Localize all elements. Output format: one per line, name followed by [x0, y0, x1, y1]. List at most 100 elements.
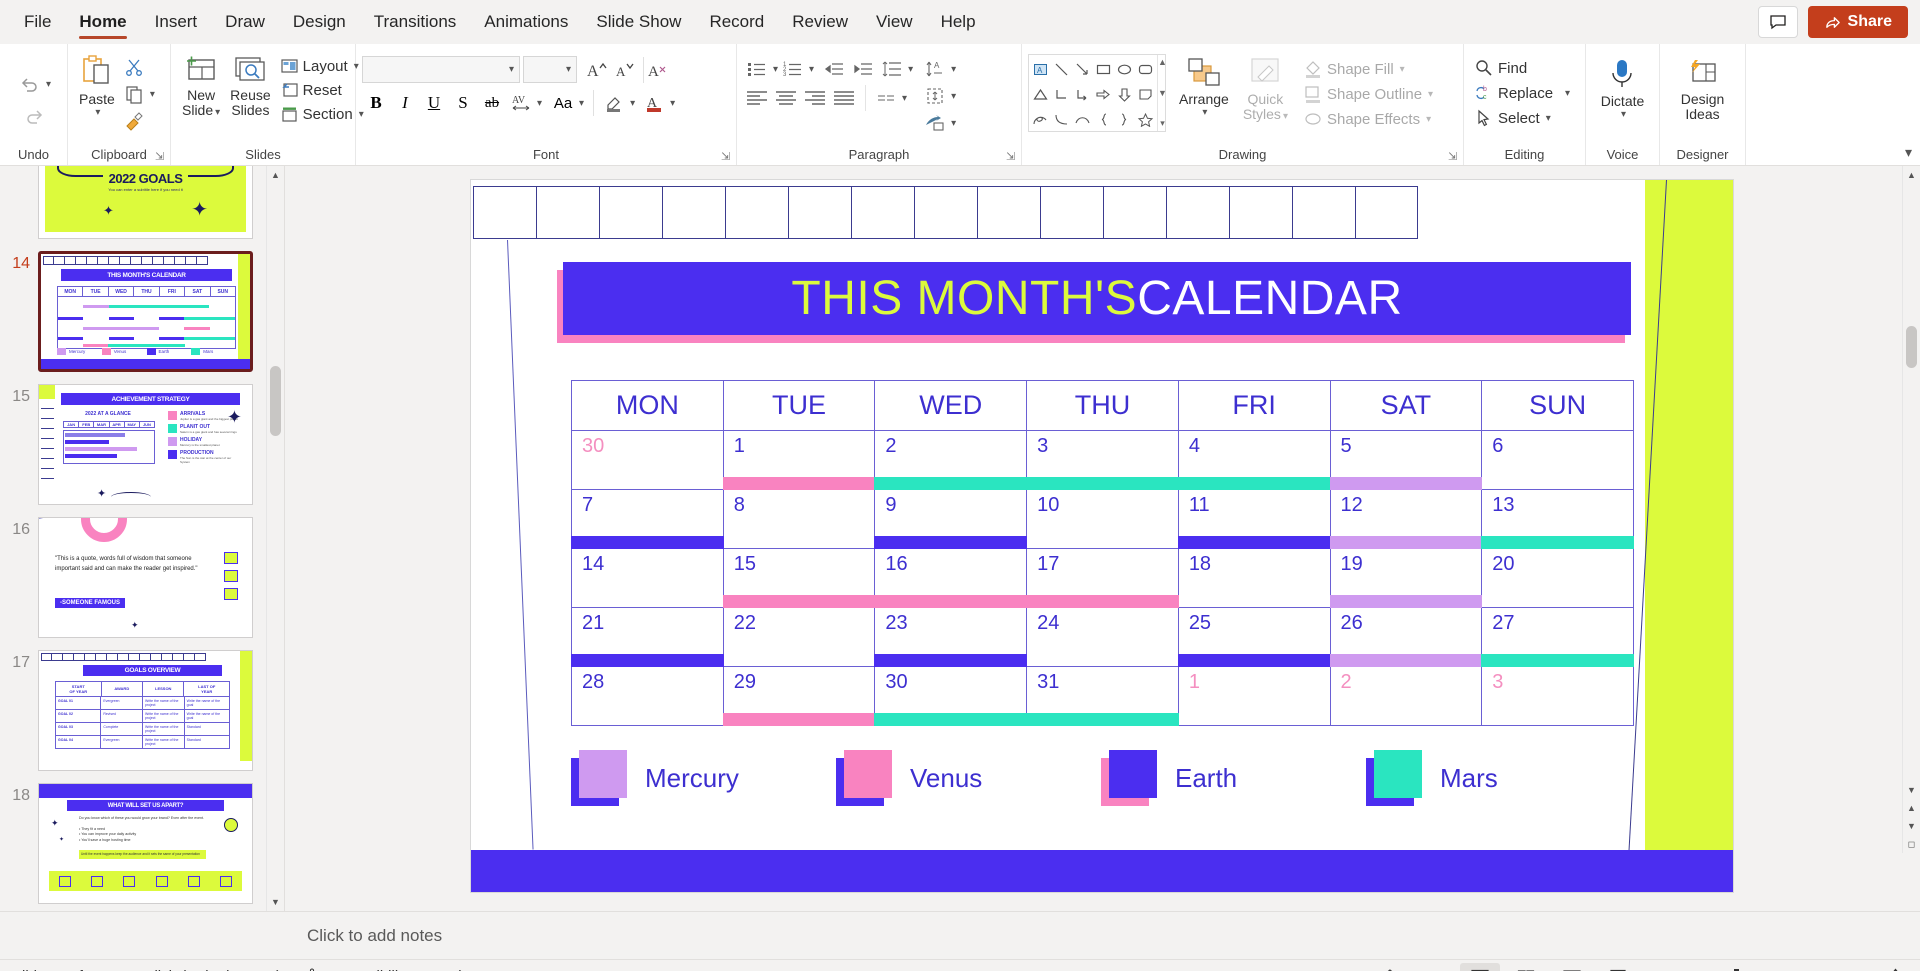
calendar-day-cell[interactable]: 9 [875, 490, 1027, 549]
menu-tab-file[interactable]: File [10, 0, 65, 44]
thumbnail-frame-16[interactable]: "This is a quote, words full of wisdom t… [38, 517, 253, 638]
text-highlight-button[interactable]: ▾ [593, 90, 635, 116]
calendar-event-bar[interactable] [1481, 654, 1634, 667]
calendar-day-cell[interactable]: 7 [572, 490, 724, 549]
shape-triangle[interactable] [1030, 82, 1051, 107]
calendar-day-cell[interactable]: 19 [1330, 549, 1482, 608]
character-spacing-button[interactable]: AV ▾ [507, 90, 542, 116]
align-center-button[interactable] [772, 85, 800, 111]
calendar-event-bar[interactable] [874, 477, 1027, 490]
paragraph-dialog-launcher[interactable]: ⇲ [1006, 151, 1019, 164]
shapes-more-icon[interactable]: ▾ [1160, 118, 1165, 129]
calendar-day-cell[interactable]: 2 [875, 431, 1027, 490]
justify-button[interactable] [830, 85, 858, 111]
fit-slide-scroll-button[interactable]: ◻ [1908, 835, 1915, 853]
calendar-day-cell[interactable]: 22 [723, 608, 875, 667]
thumbnail-frame-13[interactable]: 2022 GOALS You can enter a subtitle here… [38, 166, 253, 239]
strikethrough-button[interactable]: ab [478, 90, 506, 116]
calendar-day-cell[interactable]: 11 [1178, 490, 1330, 549]
redo-button[interactable] [20, 104, 48, 130]
view-reading-button[interactable] [1552, 963, 1592, 971]
shape-star[interactable] [1135, 107, 1156, 132]
calendar-day-cell[interactable]: 29 [723, 667, 875, 726]
shape-outline-button[interactable]: Shape Outline▾ [1299, 82, 1437, 106]
shape-scribble[interactable] [1030, 107, 1051, 132]
shape-fill-button[interactable]: Shape Fill▾ [1299, 57, 1437, 81]
change-case-button[interactable]: Aa▾ [549, 90, 584, 116]
calendar-day-cell[interactable]: 10 [1027, 490, 1179, 549]
calendar-day-cell[interactable]: 13 [1482, 490, 1634, 549]
calendar-table-wrapper[interactable]: MON TUE WED THU FRI SAT SUN 301234567891… [571, 380, 1634, 726]
shape-textbox[interactable]: A [1030, 57, 1051, 82]
calendar-event-bar[interactable] [1178, 477, 1331, 490]
numbering-button[interactable]: 123▾ [779, 56, 814, 82]
shape-elbow-connector[interactable] [1051, 82, 1072, 107]
thumbnail-frame-18[interactable]: WHAT WILL SET US APART? Do you know whic… [38, 783, 253, 904]
drawing-dialog-launcher[interactable]: ⇲ [1448, 151, 1461, 164]
slide-title-block[interactable]: THIS MONTH'S CALENDAR [563, 262, 1631, 335]
shape-right-arrow[interactable] [1093, 82, 1114, 107]
shapes-scroll-down-icon[interactable]: ▼ [1158, 88, 1167, 98]
zoom-in-button[interactable]: + [1802, 967, 1814, 971]
thumbnail-14[interactable]: 14 THIS MONTH'S CALENDAR MON TUE WED THU [6, 251, 266, 372]
calendar-day-cell[interactable]: 14 [572, 549, 724, 608]
underline-button[interactable]: U [420, 90, 448, 116]
text-shadow-button[interactable]: S [449, 90, 477, 116]
next-slide-button[interactable]: ▼ [1907, 817, 1916, 835]
calendar-event-bar[interactable] [1026, 477, 1179, 490]
menu-tab-help[interactable]: Help [927, 0, 990, 44]
menu-tab-review[interactable]: Review [778, 0, 862, 44]
shape-left-brace[interactable] [1093, 107, 1114, 132]
calendar-day-cell[interactable]: 31 [1027, 667, 1179, 726]
canvas-scroll-up-icon[interactable]: ▲ [1903, 166, 1920, 184]
slide-canvas[interactable]: THIS MONTH'S CALENDAR MON TUE WED THU FR… [471, 180, 1733, 892]
bullets-button[interactable]: ▾ [743, 56, 778, 82]
decrease-font-size-button[interactable]: A [611, 57, 639, 83]
increase-font-size-button[interactable]: A [583, 57, 611, 83]
thumbnail-15[interactable]: 15 ACHIEVEMENT STRATEGY 2022 AT A GLANCE… [6, 384, 266, 505]
calendar-event-bar[interactable] [571, 536, 724, 549]
share-button[interactable]: Share [1808, 6, 1908, 38]
dictate-button[interactable]: Dictate ▾ [1596, 56, 1650, 122]
previous-slide-button[interactable]: ▲ [1907, 799, 1916, 817]
calendar-day-cell[interactable]: 28 [572, 667, 724, 726]
calendar-event-bar[interactable] [1026, 713, 1179, 726]
paste-dropdown-icon[interactable]: ▾ [95, 107, 100, 118]
calendar-day-cell[interactable]: 8 [723, 490, 875, 549]
thumbnail-scroll-thumb[interactable] [270, 366, 281, 436]
calendar-event-bar[interactable] [723, 713, 876, 726]
zoom-out-button[interactable]: − [1650, 967, 1662, 971]
undo-dropdown-icon[interactable]: ▾ [46, 79, 51, 90]
columns-button[interactable]: ▾ [865, 85, 907, 111]
replace-button[interactable]: bc Replace▾ [1470, 81, 1574, 105]
notes-placeholder[interactable]: Click to add notes [307, 926, 442, 946]
font-dialog-launcher[interactable]: ⇲ [721, 151, 734, 164]
notes-pane[interactable]: Click to add notes [0, 911, 1920, 959]
decrease-indent-button[interactable] [820, 56, 848, 82]
calendar-day-cell[interactable]: 12 [1330, 490, 1482, 549]
shape-effects-button[interactable]: Shape Effects▾ [1299, 107, 1437, 131]
calendar-event-bar[interactable] [1026, 595, 1179, 608]
view-slide-sorter-button[interactable] [1506, 963, 1546, 971]
slide-title[interactable]: THIS MONTH'S CALENDAR [563, 262, 1631, 335]
arrange-button[interactable]: Arrange ▾ [1174, 54, 1234, 120]
font-name-input[interactable]: ▾ [362, 56, 520, 83]
font-size-input[interactable]: ▾ [523, 56, 577, 83]
canvas-scroll-down-icon[interactable]: ▼ [1907, 781, 1916, 799]
reset-button[interactable]: Reset [276, 79, 368, 102]
calendar-event-bar[interactable] [723, 595, 876, 608]
copy-button[interactable] [120, 81, 148, 107]
align-left-button[interactable] [743, 85, 771, 111]
thumbnail-17[interactable]: 17 GOALS OVERVIEW STARTOF YEAR AWARD LES… [6, 650, 266, 771]
collapse-ribbon-button[interactable]: ▾ [1905, 144, 1912, 161]
calendar-event-bar[interactable] [874, 654, 1027, 667]
thumbnail-frame-15[interactable]: ACHIEVEMENT STRATEGY 2022 AT A GLANCE JA… [38, 384, 253, 505]
shape-oval[interactable] [1114, 57, 1135, 82]
calendar-day-cell[interactable]: 3 [1027, 431, 1179, 490]
calendar-day-cell[interactable]: 4 [1178, 431, 1330, 490]
thumbnail-18[interactable]: 18 WHAT WILL SET US APART? Do you know w… [6, 783, 266, 904]
thumbnail-frame-17[interactable]: GOALS OVERVIEW STARTOF YEAR AWARD LESSON… [38, 650, 253, 771]
shapes-scroll-up-icon[interactable]: ▲ [1158, 57, 1167, 67]
calendar-event-bar[interactable] [723, 477, 876, 490]
line-spacing-button[interactable]: ▾ [878, 56, 913, 82]
